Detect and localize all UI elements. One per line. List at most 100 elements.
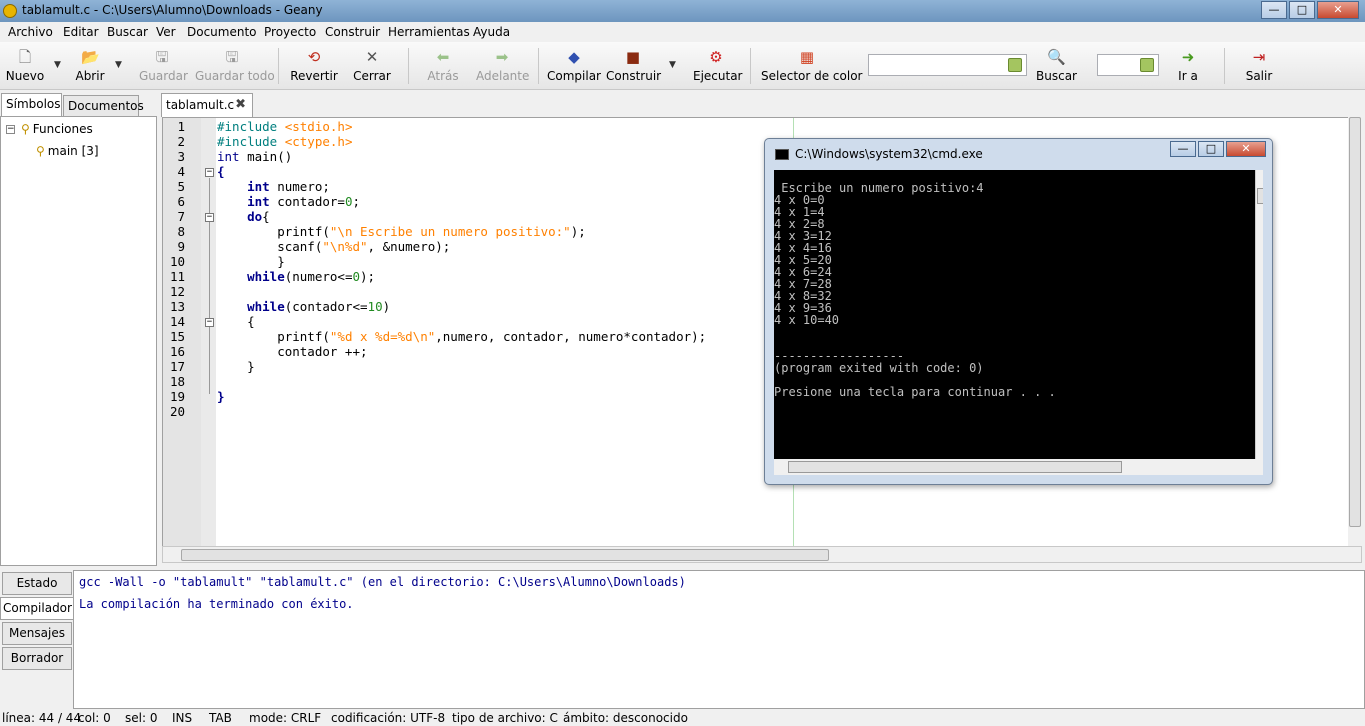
revert-label: Revertir xyxy=(290,69,338,83)
function-icon: ⚲ xyxy=(21,122,30,136)
function-icon: ⚲ xyxy=(36,144,45,158)
scroll-thumb[interactable] xyxy=(1349,117,1361,527)
collapse-toggle-icon[interactable]: − xyxy=(6,125,15,134)
status-indent-mode: TAB xyxy=(209,711,232,725)
fold-toggle-icon[interactable]: − xyxy=(205,318,214,327)
window-title: tablamult.c - C:\Users\Alumno\Downloads … xyxy=(22,3,323,17)
tab-documents[interactable]: Documentos xyxy=(63,95,144,116)
tree-item-functions[interactable]: − ⚲ Funciones xyxy=(6,122,93,136)
tab-symbols[interactable]: Símbolos xyxy=(1,93,62,116)
menu-bar: Archivo Editar Buscar Ver Documento Proy… xyxy=(0,22,1365,42)
scroll-thumb[interactable] xyxy=(181,549,829,561)
console-minimize-button[interactable]: — xyxy=(1170,141,1196,157)
editor-tab[interactable]: tablamult.c ✖ xyxy=(161,93,253,117)
build-dropdown-arrow-icon[interactable]: ▼ xyxy=(669,60,676,70)
code-line: int numero; xyxy=(247,179,330,194)
revert-button[interactable]: ⟲ Revertir xyxy=(290,42,338,90)
tab-status[interactable]: Estado xyxy=(2,572,72,595)
search-button[interactable]: 🔍 Buscar xyxy=(1036,42,1077,90)
compiler-result-line: La compilación ha terminado con éxito. xyxy=(79,597,354,611)
close-file-button[interactable]: ✕ Cerrar xyxy=(353,42,391,90)
save-all-button[interactable]: 🖫 Guardar todo xyxy=(195,42,275,90)
color-picker-button[interactable]: ▦ Selector de color xyxy=(761,42,862,90)
code-line: { xyxy=(217,314,255,329)
tree-item-main[interactable]: ⚲ main [3] xyxy=(36,144,99,158)
clear-goto-icon[interactable] xyxy=(1140,58,1154,72)
menu-buscar[interactable]: Buscar xyxy=(107,25,148,39)
clear-search-icon[interactable] xyxy=(1008,58,1022,72)
build-button[interactable]: ■ Construir xyxy=(606,42,661,90)
menu-ayuda[interactable]: Ayuda xyxy=(473,25,510,39)
line-number: 2 xyxy=(177,134,185,149)
code-line: { xyxy=(217,164,225,179)
code-line: while(contador<=10) xyxy=(247,299,391,314)
quit-button[interactable]: ⇥ Salir xyxy=(1244,42,1274,90)
forward-button[interactable]: ➡ Adelante xyxy=(476,42,529,90)
run-button[interactable]: ⚙ Ejecutar xyxy=(693,42,743,90)
editor-tab-label: tablamult.c xyxy=(166,98,235,112)
console-close-button[interactable]: ✕ xyxy=(1226,141,1266,157)
menu-construir[interactable]: Construir xyxy=(325,25,380,39)
search-input[interactable] xyxy=(868,54,1027,76)
code-line: } xyxy=(217,254,285,269)
editor-vertical-scrollbar[interactable] xyxy=(1348,117,1362,547)
menu-documento[interactable]: Documento xyxy=(187,25,257,39)
compile-button[interactable]: ◆ Compilar xyxy=(547,42,601,90)
open-button[interactable]: 📂 Abrir xyxy=(72,42,108,90)
menu-herramientas[interactable]: Herramientas xyxy=(388,25,470,39)
menu-archivo[interactable]: Archivo xyxy=(8,25,53,39)
revert-icon: ⟲ xyxy=(307,48,321,66)
open-dropdown-arrow-icon[interactable]: ▼ xyxy=(115,60,122,70)
line-number: 4 xyxy=(177,164,185,179)
fold-toggle-icon[interactable]: − xyxy=(205,168,214,177)
console-vertical-scrollbar[interactable] xyxy=(1255,170,1263,459)
tab-scribble[interactable]: Borrador xyxy=(2,647,72,670)
status-insert-mode: INS xyxy=(172,711,193,725)
line-number: 9 xyxy=(177,239,185,254)
console-horizontal-scrollbar[interactable] xyxy=(774,459,1263,475)
search-label: Buscar xyxy=(1036,69,1077,83)
goto-line-button[interactable]: ➜ Ir a xyxy=(1175,42,1201,90)
goto-line-label: Ir a xyxy=(1178,69,1198,83)
back-button[interactable]: ⬅ Atrás xyxy=(426,42,460,90)
line-number: 8 xyxy=(177,224,185,239)
close-button[interactable]: ✕ xyxy=(1317,1,1359,19)
line-number: 18 xyxy=(169,374,185,389)
status-selection: sel: 0 xyxy=(125,711,158,725)
maximize-button[interactable]: □ xyxy=(1289,1,1315,19)
goto-line-input[interactable] xyxy=(1097,54,1159,76)
fold-toggle-icon[interactable]: − xyxy=(205,213,214,222)
console-line: 4 x 10=40 xyxy=(774,313,840,327)
console-maximize-button[interactable]: □ xyxy=(1198,141,1224,157)
run-label: Ejecutar xyxy=(693,69,743,83)
console-window[interactable]: C:\Windows\system32\cmd.exe — □ ✕ Escrib… xyxy=(764,138,1273,485)
fold-line xyxy=(209,178,210,394)
line-number-gutter: 1 2 3 4 5 6 7 8 9 10 11 12 13 14 15 16 1… xyxy=(163,118,201,546)
symbols-panel: − ⚲ Funciones ⚲ main [3] xyxy=(0,116,157,566)
save-button[interactable]: 🖫 Guardar xyxy=(139,42,188,90)
status-bar: línea: 44 / 44 col: 0 sel: 0 INS TAB mod… xyxy=(0,710,1365,726)
menu-proyecto[interactable]: Proyecto xyxy=(264,25,316,39)
quit-label: Salir xyxy=(1245,69,1273,83)
color-palette-icon: ▦ xyxy=(799,48,815,66)
code-line: scanf("\n%d", &numero); xyxy=(217,239,451,254)
toolbar-separator xyxy=(278,48,279,84)
close-tab-icon[interactable]: ✖ xyxy=(235,97,246,112)
tab-compiler[interactable]: Compilador xyxy=(0,597,74,620)
toolbar: 🗋 Nuevo ▼ 📂 Abrir ▼ 🖫 Guardar 🖫 Guardar … xyxy=(0,42,1365,90)
open-folder-icon: 📂 xyxy=(81,48,100,66)
scroll-thumb[interactable] xyxy=(788,461,1122,473)
new-file-icon: 🗋 xyxy=(18,48,32,66)
magnifier-icon: 🔍 xyxy=(1047,48,1066,66)
menu-editar[interactable]: Editar xyxy=(63,25,99,39)
scroll-thumb[interactable] xyxy=(1257,188,1263,204)
new-dropdown-arrow-icon[interactable]: ▼ xyxy=(54,60,61,70)
close-file-label: Cerrar xyxy=(353,69,391,83)
editor-horizontal-scrollbar[interactable] xyxy=(162,546,1362,563)
tab-messages[interactable]: Mensajes xyxy=(2,622,72,645)
minimize-button[interactable]: — xyxy=(1261,1,1287,19)
compiler-command-line: gcc -Wall -o "tablamult" "tablamult.c" (… xyxy=(79,575,686,589)
menu-ver[interactable]: Ver xyxy=(156,25,176,39)
console-icon xyxy=(775,149,789,160)
new-button[interactable]: 🗋 Nuevo xyxy=(4,42,46,90)
